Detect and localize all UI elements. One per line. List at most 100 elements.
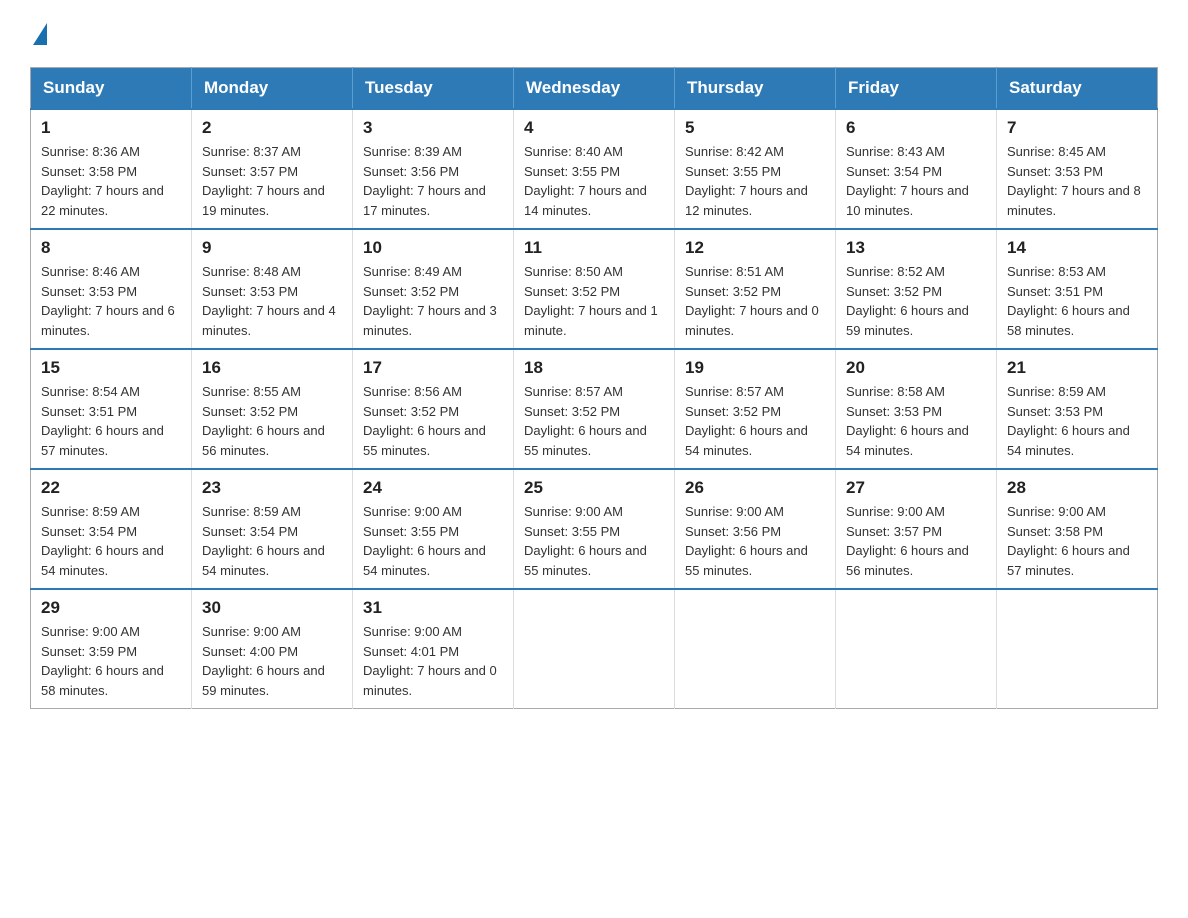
day-info: Sunrise: 8:48 AMSunset: 3:53 PMDaylight:… [202,262,342,340]
day-info: Sunrise: 9:00 AMSunset: 3:55 PMDaylight:… [524,502,664,580]
day-number: 23 [202,478,342,498]
calendar-week-row: 8 Sunrise: 8:46 AMSunset: 3:53 PMDaylight… [31,229,1158,349]
calendar-cell: 5 Sunrise: 8:42 AMSunset: 3:55 PMDaylight… [675,109,836,229]
calendar-week-row: 15 Sunrise: 8:54 AMSunset: 3:51 PMDayligh… [31,349,1158,469]
day-number: 19 [685,358,825,378]
calendar-header-row: SundayMondayTuesdayWednesdayThursdayFrid… [31,68,1158,110]
day-info: Sunrise: 8:54 AMSunset: 3:51 PMDaylight:… [41,382,181,460]
day-number: 30 [202,598,342,618]
day-number: 12 [685,238,825,258]
calendar-cell: 10 Sunrise: 8:49 AMSunset: 3:52 PMDayligh… [353,229,514,349]
day-info: Sunrise: 8:43 AMSunset: 3:54 PMDaylight:… [846,142,986,220]
calendar-cell: 27 Sunrise: 9:00 AMSunset: 3:57 PMDayligh… [836,469,997,589]
day-info: Sunrise: 9:00 AMSunset: 4:00 PMDaylight:… [202,622,342,700]
day-info: Sunrise: 8:49 AMSunset: 3:52 PMDaylight:… [363,262,503,340]
day-info: Sunrise: 8:52 AMSunset: 3:52 PMDaylight:… [846,262,986,340]
calendar-cell [836,589,997,709]
page-header [30,20,1158,47]
calendar-header-tuesday: Tuesday [353,68,514,110]
day-number: 2 [202,118,342,138]
calendar-cell: 7 Sunrise: 8:45 AMSunset: 3:53 PMDaylight… [997,109,1158,229]
day-info: Sunrise: 9:00 AMSunset: 3:57 PMDaylight:… [846,502,986,580]
calendar-header-monday: Monday [192,68,353,110]
day-info: Sunrise: 8:51 AMSunset: 3:52 PMDaylight:… [685,262,825,340]
logo [30,20,47,47]
day-number: 24 [363,478,503,498]
day-info: Sunrise: 8:59 AMSunset: 3:54 PMDaylight:… [202,502,342,580]
calendar-cell: 11Sunrise: 8:50 AMSunset: 3:52 PMDayligh… [514,229,675,349]
calendar-header-saturday: Saturday [997,68,1158,110]
calendar-cell: 30 Sunrise: 9:00 AMSunset: 4:00 PMDayligh… [192,589,353,709]
day-number: 29 [41,598,181,618]
day-number: 3 [363,118,503,138]
day-number: 16 [202,358,342,378]
calendar-header-sunday: Sunday [31,68,192,110]
day-number: 28 [1007,478,1147,498]
day-number: 22 [41,478,181,498]
day-info: Sunrise: 9:00 AMSunset: 3:56 PMDaylight:… [685,502,825,580]
day-info: Sunrise: 8:56 AMSunset: 3:52 PMDaylight:… [363,382,503,460]
calendar-cell: 18 Sunrise: 8:57 AMSunset: 3:52 PMDayligh… [514,349,675,469]
day-number: 6 [846,118,986,138]
day-number: 13 [846,238,986,258]
calendar-cell: 20 Sunrise: 8:58 AMSunset: 3:53 PMDayligh… [836,349,997,469]
day-info: Sunrise: 8:46 AMSunset: 3:53 PMDaylight:… [41,262,181,340]
day-info: Sunrise: 9:00 AMSunset: 3:59 PMDaylight:… [41,622,181,700]
day-number: 7 [1007,118,1147,138]
day-info: Sunrise: 8:57 AMSunset: 3:52 PMDaylight:… [524,382,664,460]
calendar-header-wednesday: Wednesday [514,68,675,110]
calendar-cell: 22 Sunrise: 8:59 AMSunset: 3:54 PMDayligh… [31,469,192,589]
day-info: Sunrise: 8:59 AMSunset: 3:53 PMDaylight:… [1007,382,1147,460]
day-info: Sunrise: 8:53 AMSunset: 3:51 PMDaylight:… [1007,262,1147,340]
calendar-cell: 4 Sunrise: 8:40 AMSunset: 3:55 PMDaylight… [514,109,675,229]
day-number: 5 [685,118,825,138]
calendar-cell [997,589,1158,709]
calendar-header-friday: Friday [836,68,997,110]
day-number: 11 [524,238,664,258]
day-number: 17 [363,358,503,378]
day-number: 20 [846,358,986,378]
day-number: 18 [524,358,664,378]
calendar-cell: 19Sunrise: 8:57 AMSunset: 3:52 PMDayligh… [675,349,836,469]
day-number: 21 [1007,358,1147,378]
day-info: Sunrise: 8:37 AMSunset: 3:57 PMDaylight:… [202,142,342,220]
day-info: Sunrise: 8:59 AMSunset: 3:54 PMDaylight:… [41,502,181,580]
calendar-cell: 3Sunrise: 8:39 AMSunset: 3:56 PMDaylight… [353,109,514,229]
calendar-cell: 6 Sunrise: 8:43 AMSunset: 3:54 PMDaylight… [836,109,997,229]
calendar-cell: 16 Sunrise: 8:55 AMSunset: 3:52 PMDayligh… [192,349,353,469]
calendar-cell: 17 Sunrise: 8:56 AMSunset: 3:52 PMDayligh… [353,349,514,469]
day-number: 25 [524,478,664,498]
calendar-cell: 28 Sunrise: 9:00 AMSunset: 3:58 PMDayligh… [997,469,1158,589]
day-number: 8 [41,238,181,258]
day-info: Sunrise: 8:42 AMSunset: 3:55 PMDaylight:… [685,142,825,220]
calendar-cell: 15 Sunrise: 8:54 AMSunset: 3:51 PMDayligh… [31,349,192,469]
day-number: 10 [363,238,503,258]
day-number: 15 [41,358,181,378]
day-info: Sunrise: 8:45 AMSunset: 3:53 PMDaylight:… [1007,142,1147,220]
calendar-cell: 9Sunrise: 8:48 AMSunset: 3:53 PMDaylight… [192,229,353,349]
day-info: Sunrise: 8:58 AMSunset: 3:53 PMDaylight:… [846,382,986,460]
calendar-cell: 21 Sunrise: 8:59 AMSunset: 3:53 PMDayligh… [997,349,1158,469]
day-number: 31 [363,598,503,618]
day-number: 14 [1007,238,1147,258]
calendar-cell: 29 Sunrise: 9:00 AMSunset: 3:59 PMDayligh… [31,589,192,709]
day-info: Sunrise: 9:00 AMSunset: 3:58 PMDaylight:… [1007,502,1147,580]
logo-triangle-icon [33,23,47,45]
day-info: Sunrise: 8:40 AMSunset: 3:55 PMDaylight:… [524,142,664,220]
calendar-cell: 25 Sunrise: 9:00 AMSunset: 3:55 PMDayligh… [514,469,675,589]
day-info: Sunrise: 8:36 AMSunset: 3:58 PMDaylight:… [41,142,181,220]
calendar-cell: 2 Sunrise: 8:37 AMSunset: 3:57 PMDaylight… [192,109,353,229]
calendar-week-row: 22 Sunrise: 8:59 AMSunset: 3:54 PMDayligh… [31,469,1158,589]
day-number: 27 [846,478,986,498]
day-info: Sunrise: 9:00 AMSunset: 3:55 PMDaylight:… [363,502,503,580]
calendar-cell: 8 Sunrise: 8:46 AMSunset: 3:53 PMDaylight… [31,229,192,349]
day-number: 1 [41,118,181,138]
calendar-cell: 26Sunrise: 9:00 AMSunset: 3:56 PMDayligh… [675,469,836,589]
day-info: Sunrise: 9:00 AMSunset: 4:01 PMDaylight:… [363,622,503,700]
day-info: Sunrise: 8:55 AMSunset: 3:52 PMDaylight:… [202,382,342,460]
calendar-cell [675,589,836,709]
day-number: 4 [524,118,664,138]
calendar-cell [514,589,675,709]
calendar-cell: 23 Sunrise: 8:59 AMSunset: 3:54 PMDayligh… [192,469,353,589]
calendar-cell: 1 Sunrise: 8:36 AMSunset: 3:58 PMDaylight… [31,109,192,229]
